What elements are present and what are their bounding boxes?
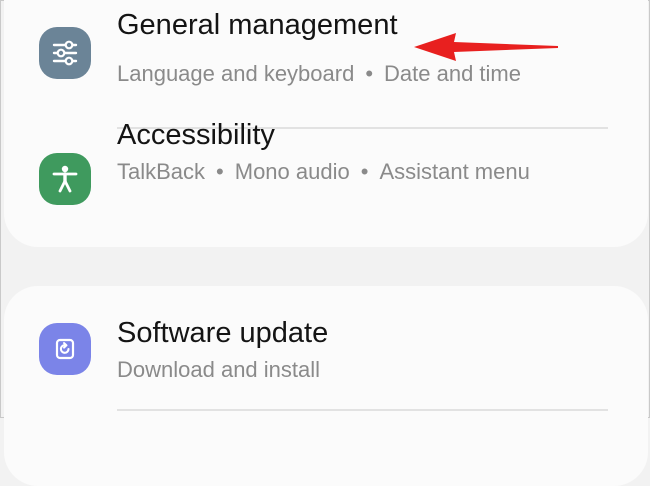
sliders-icon [39, 27, 91, 79]
subtitle-part: Language and keyboard [117, 61, 355, 86]
update-refresh-icon [39, 323, 91, 375]
settings-item-general-management[interactable]: General management Language and keyboard… [4, 1, 648, 125]
settings-card-software: Software update Download and install [4, 286, 648, 486]
settings-screen: General management Language and keyboard… [0, 0, 650, 486]
settings-item-subtitle: TalkBack • Mono audio • Assistant menu [117, 159, 530, 185]
settings-item-software-update[interactable]: Software update Download and install [4, 286, 648, 408]
red-arrow-icon [414, 33, 558, 61]
subtitle-part: Assistant menu [379, 159, 530, 184]
settings-item-title: General management [117, 9, 398, 41]
subtitle-part: Mono audio [234, 159, 350, 184]
settings-item-subtitle: Language and keyboard • Date and time [117, 61, 521, 87]
separator-dot: • [360, 159, 369, 184]
accessibility-person-icon [39, 153, 91, 205]
settings-item-title: Accessibility [117, 119, 275, 151]
settings-item-accessibility[interactable]: Accessibility TalkBack • Mono audio • Assist… [4, 119, 648, 247]
subtitle-part: Download and install [117, 357, 321, 382]
subtitle-part: TalkBack [117, 159, 206, 184]
subtitle-part: Date and time [384, 61, 521, 86]
separator-dot: • [216, 159, 224, 184]
separator-dot: • [365, 61, 374, 86]
settings-item-title: Software update [117, 317, 329, 349]
divider [117, 409, 608, 411]
settings-item-subtitle: Download and install [117, 357, 320, 383]
